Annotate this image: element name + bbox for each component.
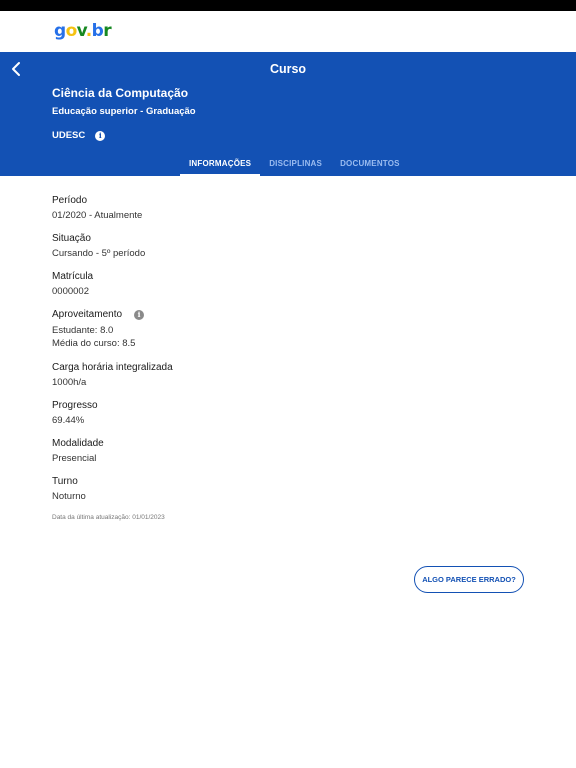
course-header: Curso Ciência da Computação Educação sup… bbox=[0, 52, 576, 176]
logo-bar: gov.br bbox=[0, 11, 576, 52]
course-name: Ciência da Computação bbox=[52, 86, 189, 100]
field-modalidade: Modalidade Presencial bbox=[52, 438, 524, 464]
field-label: Período bbox=[52, 195, 88, 206]
govbr-logo: gov.br bbox=[54, 21, 112, 41]
field-label: Matrícula bbox=[52, 271, 94, 282]
field-label: Turno bbox=[52, 476, 78, 487]
tab-disciplinas[interactable]: DISCIPLINAS bbox=[260, 154, 331, 176]
field-aproveitamento: Aproveitamento i Estudante: 8.0 Média do… bbox=[52, 309, 524, 350]
field-value: 1000h/a bbox=[52, 377, 87, 388]
report-error-button[interactable]: ALGO PARECE ERRADO? bbox=[414, 566, 524, 593]
field-turno: Turno Noturno bbox=[52, 476, 524, 502]
field-label: Progresso bbox=[52, 400, 98, 411]
field-label: Carga horária integralizada bbox=[52, 362, 173, 373]
info-icon[interactable]: i bbox=[95, 130, 106, 141]
last-updated: Data da última atualização: 01/01/2023 bbox=[52, 514, 165, 521]
estudante-line: Estudante: 8.0 bbox=[52, 324, 524, 337]
status-bar bbox=[0, 0, 576, 11]
media-value: 8.5 bbox=[122, 338, 136, 349]
field-label: Situação bbox=[52, 233, 91, 244]
field-value: Cursando - 5º período bbox=[52, 248, 146, 259]
page-title: Curso bbox=[269, 62, 307, 76]
institution-name: UDESC bbox=[52, 130, 86, 141]
field-value: 0000002 bbox=[52, 286, 89, 297]
field-situacao: Situação Cursando - 5º período bbox=[52, 233, 524, 259]
aproveitamento-label: Aproveitamento bbox=[52, 309, 123, 320]
field-label: Modalidade bbox=[52, 438, 104, 449]
course-level: Educação superior - Graduação bbox=[52, 106, 196, 117]
media-line: Média do curso: 8.5 bbox=[52, 337, 524, 350]
tab-bar: INFORMAÇÕES DISCIPLINAS DOCUMENTOS bbox=[180, 154, 409, 176]
tab-documentos[interactable]: DOCUMENTOS bbox=[331, 154, 409, 176]
institution-row: UDESC i bbox=[52, 130, 106, 141]
field-label: Aproveitamento i bbox=[52, 309, 524, 320]
estudante-label: Estudante: bbox=[52, 325, 98, 336]
info-icon[interactable]: i bbox=[134, 309, 145, 320]
media-label: Média do curso: bbox=[52, 338, 120, 349]
field-periodo: Período 01/2020 - Atualmente bbox=[52, 195, 524, 221]
tab-informacoes[interactable]: INFORMAÇÕES bbox=[180, 154, 261, 176]
field-carga-horaria: Carga horária integralizada 1000h/a bbox=[52, 362, 524, 388]
field-progresso: Progresso 69.44% bbox=[52, 400, 524, 426]
field-value: 69.44% bbox=[52, 415, 85, 426]
field-value: Presencial bbox=[52, 453, 97, 464]
field-value: 01/2020 - Atualmente bbox=[52, 210, 143, 221]
estudante-value: 8.0 bbox=[100, 325, 114, 336]
field-matricula: Matrícula 0000002 bbox=[52, 271, 524, 297]
field-value: Noturno bbox=[52, 491, 86, 502]
course-info: Período 01/2020 - Atualmente Situação Cu… bbox=[52, 195, 524, 521]
